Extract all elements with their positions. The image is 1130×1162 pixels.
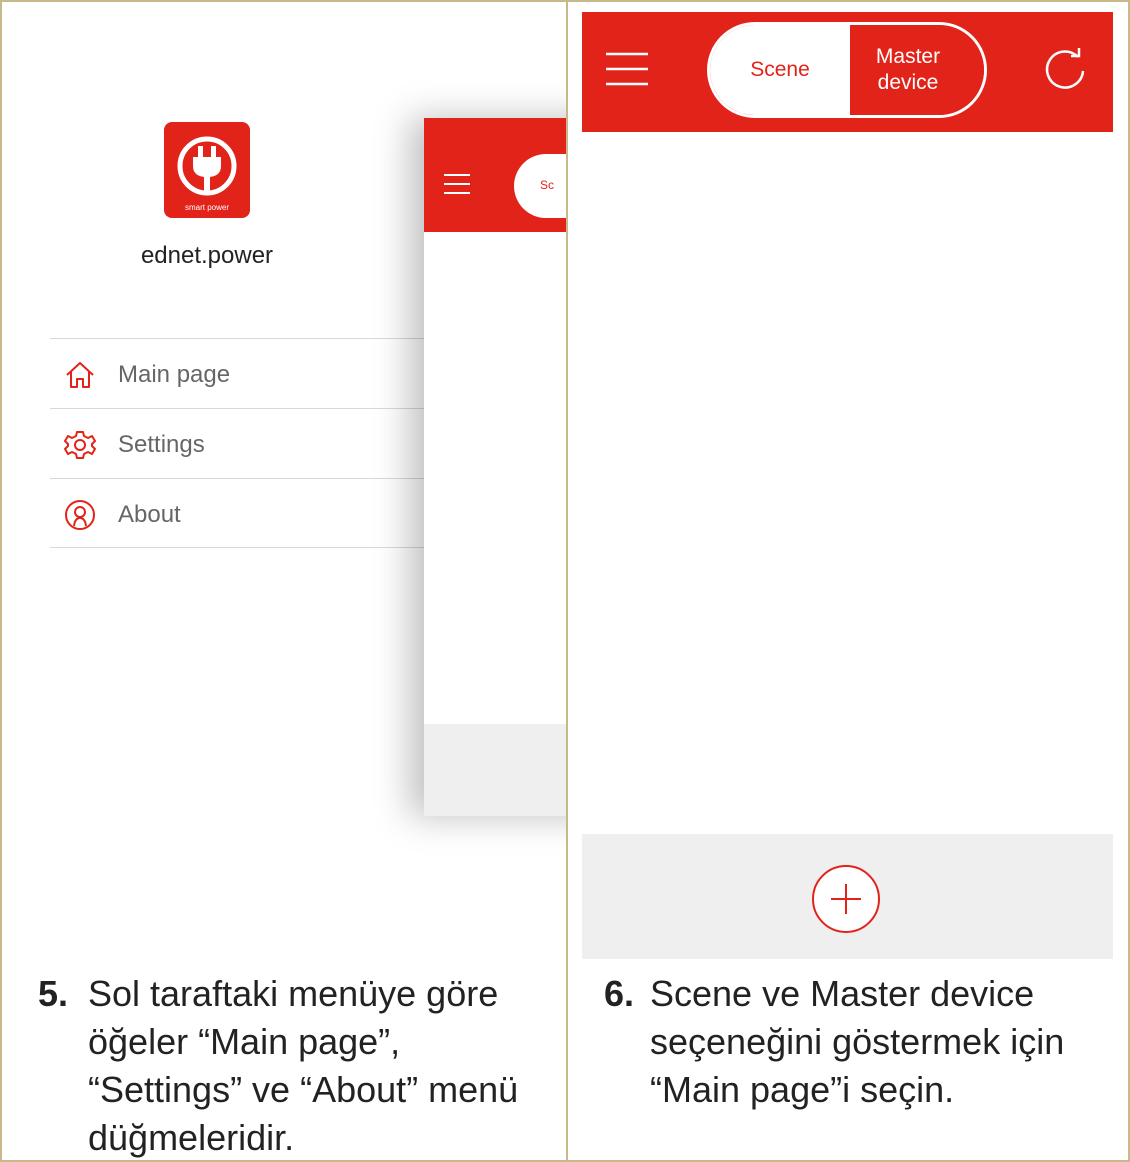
step-number: 5. — [38, 973, 69, 1014]
tab-scene[interactable]: Scene — [710, 25, 850, 115]
app-logo: smart power — [164, 122, 250, 218]
right-screenshot: Scene Master device — [582, 12, 1113, 959]
caption-step-6: 6. Scene ve Master device seçeneğini gös… — [604, 970, 1104, 1114]
caption-step-5: 5. Sol taraftaki menüye göre öğeler “Mai… — [38, 970, 548, 1162]
preview-footer — [424, 724, 566, 816]
menu-item-label: Main page — [118, 361, 231, 388]
segmented-control: Scene Master device — [707, 22, 987, 118]
app-name: ednet.power — [140, 242, 274, 269]
logo-text: smart power — [184, 203, 229, 212]
add-icon[interactable] — [811, 864, 881, 934]
menu-item-label: Settings — [118, 431, 205, 458]
menu-item-settings[interactable]: Settings — [50, 408, 450, 478]
bottom-bar — [582, 834, 1113, 959]
step-number: 6. — [604, 973, 635, 1014]
menu-icon[interactable] — [606, 52, 648, 86]
gear-icon — [64, 431, 96, 459]
app-bar: Scene Master device — [582, 12, 1113, 132]
preview-app-bar: Sc — [424, 118, 566, 232]
refresh-icon[interactable] — [1042, 48, 1088, 94]
home-icon — [66, 362, 94, 388]
preview-tab-scene: Sc — [514, 154, 566, 218]
left-screenshot: smart power ednet.power Main page Settin… — [2, 2, 566, 922]
menu-item-main-page[interactable]: Main page — [50, 338, 450, 408]
side-menu: Main page Settings About — [50, 338, 450, 548]
step-text: Scene ve Master device seçeneğini göster… — [650, 973, 1065, 1110]
user-icon — [65, 500, 95, 530]
menu-item-label: About — [118, 501, 181, 528]
preview-tab-label: Sc — [540, 178, 555, 192]
tab-master-device[interactable]: Master device — [850, 25, 984, 115]
column-divider — [566, 0, 568, 1162]
menu-icon — [444, 174, 470, 194]
step-text: Sol taraftaki menüye göre öğeler “Main p… — [88, 973, 519, 1158]
main-screen-preview: Sc — [424, 118, 566, 816]
menu-item-about[interactable]: About — [50, 478, 450, 548]
